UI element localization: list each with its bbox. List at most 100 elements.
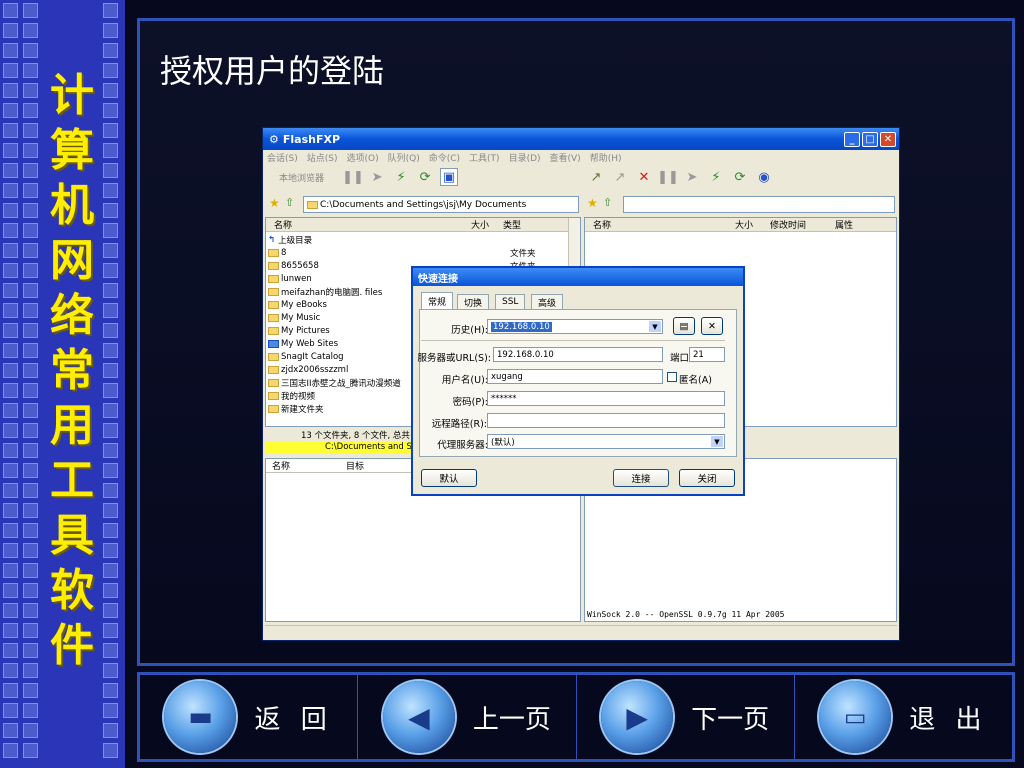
close-button[interactable]: 关闭: [679, 469, 735, 487]
decorative-square: [3, 63, 18, 78]
decorative-square: [23, 103, 38, 118]
default-button[interactable]: 默认: [421, 469, 477, 487]
decorative-square: [103, 643, 118, 658]
parent-dir-icon: ↰: [268, 234, 276, 245]
decorative-square: [3, 263, 18, 278]
history-select[interactable]: 192.168.0.10 ▼: [487, 319, 663, 334]
home-button[interactable]: ▬ 返 回: [140, 675, 359, 759]
decorative-square: [103, 223, 118, 238]
window-titlebar[interactable]: ⚙ FlashFXP _ □ ✕: [263, 128, 899, 150]
decorative-square: [103, 543, 118, 558]
chevron-down-icon[interactable]: ▼: [649, 321, 661, 332]
decorative-square: [103, 103, 118, 118]
column-name[interactable]: 名称: [266, 218, 471, 231]
decorative-square: [3, 723, 18, 738]
decorative-square: [3, 383, 18, 398]
close-icon[interactable]: ✕: [880, 131, 896, 147]
local-column-header: 名称 大小 类型: [266, 218, 580, 232]
transfer-icon[interactable]: ➤: [368, 168, 386, 186]
decorative-square: [3, 663, 18, 678]
left-toolbar: 本地浏览器 ❚❚ ➤ ⚡ ⟳ ▣: [279, 168, 459, 186]
anonymous-checkbox[interactable]: [667, 372, 677, 382]
refresh-icon[interactable]: ⟳: [416, 168, 434, 186]
column-type[interactable]: 类型: [499, 218, 559, 231]
up-folder-icon[interactable]: ⇧: [603, 196, 612, 209]
decorative-square: [103, 663, 118, 678]
history-delete-button[interactable]: ✕: [701, 317, 723, 335]
chevron-down-icon[interactable]: ▼: [711, 436, 723, 447]
menu-item[interactable]: 查看(V): [550, 151, 581, 164]
remote-path-input[interactable]: [487, 413, 725, 428]
decorative-square: [103, 63, 118, 78]
previous-page-button[interactable]: ◀ 上一页: [358, 675, 577, 759]
list-item[interactable]: ↰ 上级目录: [268, 233, 568, 246]
tab-advanced[interactable]: 高级: [531, 294, 564, 309]
column-size[interactable]: 大小: [735, 218, 765, 231]
menu-item[interactable]: 工具(T): [469, 151, 500, 164]
tab-ssl[interactable]: SSL: [495, 294, 526, 309]
username-label: 用户名(U):: [441, 375, 488, 386]
menu-item[interactable]: 选项(O): [347, 151, 379, 164]
column-attr[interactable]: 属性: [830, 218, 870, 231]
flash-icon[interactable]: ⚡: [707, 168, 725, 186]
window-title: FlashFXP: [282, 132, 341, 146]
menu-item[interactable]: 命令(C): [429, 151, 460, 164]
vertical-title-char: 软: [50, 565, 94, 616]
server-input[interactable]: 192.168.0.10: [493, 347, 663, 362]
decorative-square: [23, 543, 38, 558]
decorative-square: [3, 103, 18, 118]
list-icon: ▤: [679, 320, 689, 332]
decorative-square: [103, 683, 118, 698]
local-browser-label[interactable]: 本地浏览器: [279, 171, 324, 184]
password-input[interactable]: ******: [487, 391, 725, 406]
proxy-label: 代理服务器:: [437, 440, 488, 451]
transfer-remote-icon[interactable]: ➤: [683, 168, 701, 186]
pause-icon[interactable]: ❚❚: [342, 168, 364, 186]
decorative-square: [23, 363, 38, 378]
remote-path-field[interactable]: [623, 196, 895, 213]
globe-icon[interactable]: ◉: [755, 168, 773, 186]
exit-button[interactable]: ▭ 退 出: [795, 675, 1012, 759]
folder-icon: [268, 287, 279, 296]
menu-item[interactable]: 目录(D): [509, 151, 541, 164]
menu-item[interactable]: 站点(S): [307, 151, 338, 164]
column-name[interactable]: 名称: [585, 218, 735, 231]
up-folder-icon[interactable]: ⇧: [285, 196, 294, 209]
maximize-icon[interactable]: □: [862, 131, 878, 147]
log-line: WinSock 2.0 -- OpenSSL 0.9.7g 11 Apr 200…: [587, 610, 785, 619]
decorative-square: [103, 743, 118, 758]
connect-button[interactable]: 连接: [613, 469, 669, 487]
minimize-icon[interactable]: _: [844, 131, 860, 147]
next-page-button[interactable]: ▶ 下一页: [577, 675, 795, 759]
dialog-title[interactable]: 快速连接: [413, 268, 743, 286]
local-status-path: C:\Documents and Se: [265, 442, 415, 453]
decorative-square: [23, 63, 38, 78]
list-item[interactable]: 8 文件夹: [268, 246, 568, 259]
proxy-select[interactable]: (默认) ▼: [487, 434, 725, 449]
menu-item[interactable]: 队列(Q): [388, 151, 420, 164]
favorites-star-icon[interactable]: ★: [269, 196, 280, 210]
decorative-square: [23, 223, 38, 238]
history-manage-button[interactable]: ▤: [673, 317, 695, 335]
disconnect-icon[interactable]: ↗: [611, 168, 629, 186]
connect-remote-icon[interactable]: ↗: [587, 168, 605, 186]
column-modified[interactable]: 修改时间: [765, 218, 830, 231]
abort-icon[interactable]: ✕: [635, 168, 653, 186]
favorites-star-icon[interactable]: ★: [587, 196, 598, 210]
column-size[interactable]: 大小: [471, 218, 499, 231]
column-name[interactable]: 名称: [266, 459, 346, 472]
home-icon: ▬: [164, 681, 237, 753]
pause-remote-icon[interactable]: ❚❚: [657, 168, 679, 186]
folder-icon: [307, 200, 318, 209]
username-input[interactable]: xugang: [487, 369, 663, 384]
menu-item[interactable]: 会话(S): [267, 151, 298, 164]
connect-icon[interactable]: ⚡: [392, 168, 410, 186]
folder-icon: [268, 261, 279, 270]
menu-item[interactable]: 帮助(H): [590, 151, 622, 164]
quick-connect-icon[interactable]: ▣: [440, 168, 459, 186]
refresh-remote-icon[interactable]: ⟳: [731, 168, 749, 186]
tab-general[interactable]: 常规: [421, 292, 454, 310]
local-path-field[interactable]: C:\Documents and Settings\jsj\My Documen…: [303, 196, 579, 213]
tab-switch[interactable]: 切换: [457, 294, 490, 309]
port-input[interactable]: 21: [689, 347, 725, 362]
